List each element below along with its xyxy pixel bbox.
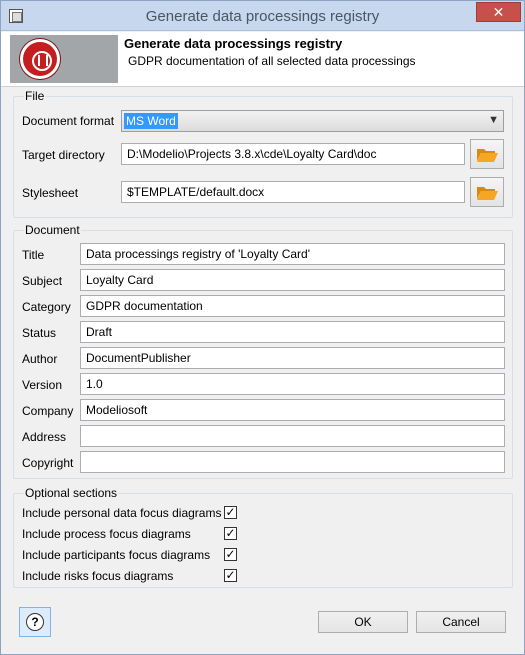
process-diagrams-checkbox[interactable]: ✓ [224, 527, 237, 540]
author-input[interactable]: DocumentPublisher [80, 347, 505, 369]
stylesheet-input[interactable]: $TEMPLATE/default.docx [121, 181, 465, 203]
address-label: Address [22, 430, 67, 444]
help-icon: ? [26, 613, 44, 631]
dialog-window: Generate data processings registry ✕ Gen… [0, 0, 525, 655]
company-label: Company [22, 404, 74, 418]
banner-subtitle: GDPR documentation of all selected data … [128, 54, 416, 68]
banner-title: Generate data processings registry [124, 36, 343, 51]
risks-diagrams-label: Include risks focus diagrams [22, 569, 174, 583]
close-button[interactable]: ✕ [476, 2, 521, 22]
document-format-value: MS Word [124, 113, 178, 129]
author-label: Author [22, 352, 58, 366]
personal-data-diagrams-label: Include personal data focus diagrams [22, 506, 222, 520]
stylesheet-browse-button[interactable] [470, 177, 504, 207]
optional-sections-legend: Optional sections [24, 486, 119, 500]
title-bar: Generate data processings registry ✕ [1, 1, 524, 31]
target-directory-input[interactable]: D:\Modelio\Projects 3.8.x\cde\Loyalty Ca… [121, 143, 465, 165]
target-directory-label: Target directory [22, 148, 105, 162]
title-input[interactable]: Data processings registry of 'Loyalty Ca… [80, 243, 505, 265]
close-icon: ✕ [492, 4, 505, 20]
help-button[interactable]: ? [19, 607, 51, 637]
copyright-label: Copyright [22, 456, 74, 470]
status-input[interactable]: Draft [80, 321, 505, 343]
header-banner: Generate data processings registry GDPR … [1, 32, 524, 87]
target-directory-browse-button[interactable] [470, 139, 504, 169]
document-format-select[interactable]: MS Word ▼ [121, 110, 504, 132]
file-legend: File [24, 89, 46, 103]
address-input[interactable] [80, 425, 505, 447]
category-input[interactable]: GDPR documentation [80, 295, 505, 317]
title-label: Title [22, 248, 45, 262]
ok-button[interactable]: OK [318, 611, 408, 633]
version-label: Version [22, 378, 63, 392]
copyright-input[interactable] [80, 451, 505, 473]
subject-input[interactable]: Loyalty Card [80, 269, 505, 291]
folder-icon [477, 149, 498, 162]
chevron-down-icon: ▼ [488, 114, 499, 126]
document-format-label: Document format [22, 114, 115, 128]
risks-diagrams-checkbox[interactable]: ✓ [224, 569, 237, 582]
folder-icon [477, 187, 498, 200]
category-label: Category [22, 300, 71, 314]
participants-diagrams-label: Include participants focus diagrams [22, 548, 211, 562]
cancel-button[interactable]: Cancel [416, 611, 506, 633]
document-legend: Document [24, 223, 81, 237]
logo-disc [20, 39, 60, 79]
window-title: Generate data processings registry [145, 8, 380, 25]
stylesheet-label: Stylesheet [22, 186, 79, 200]
modelio-logo-icon [10, 35, 118, 83]
participants-diagrams-checkbox[interactable]: ✓ [224, 548, 237, 561]
status-label: Status [22, 326, 57, 340]
company-input[interactable]: Modeliosoft [80, 399, 505, 421]
personal-data-diagrams-checkbox[interactable]: ✓ [224, 506, 237, 519]
process-diagrams-label: Include process focus diagrams [22, 527, 191, 541]
subject-label: Subject [22, 274, 63, 288]
version-input[interactable]: 1.0 [80, 373, 505, 395]
